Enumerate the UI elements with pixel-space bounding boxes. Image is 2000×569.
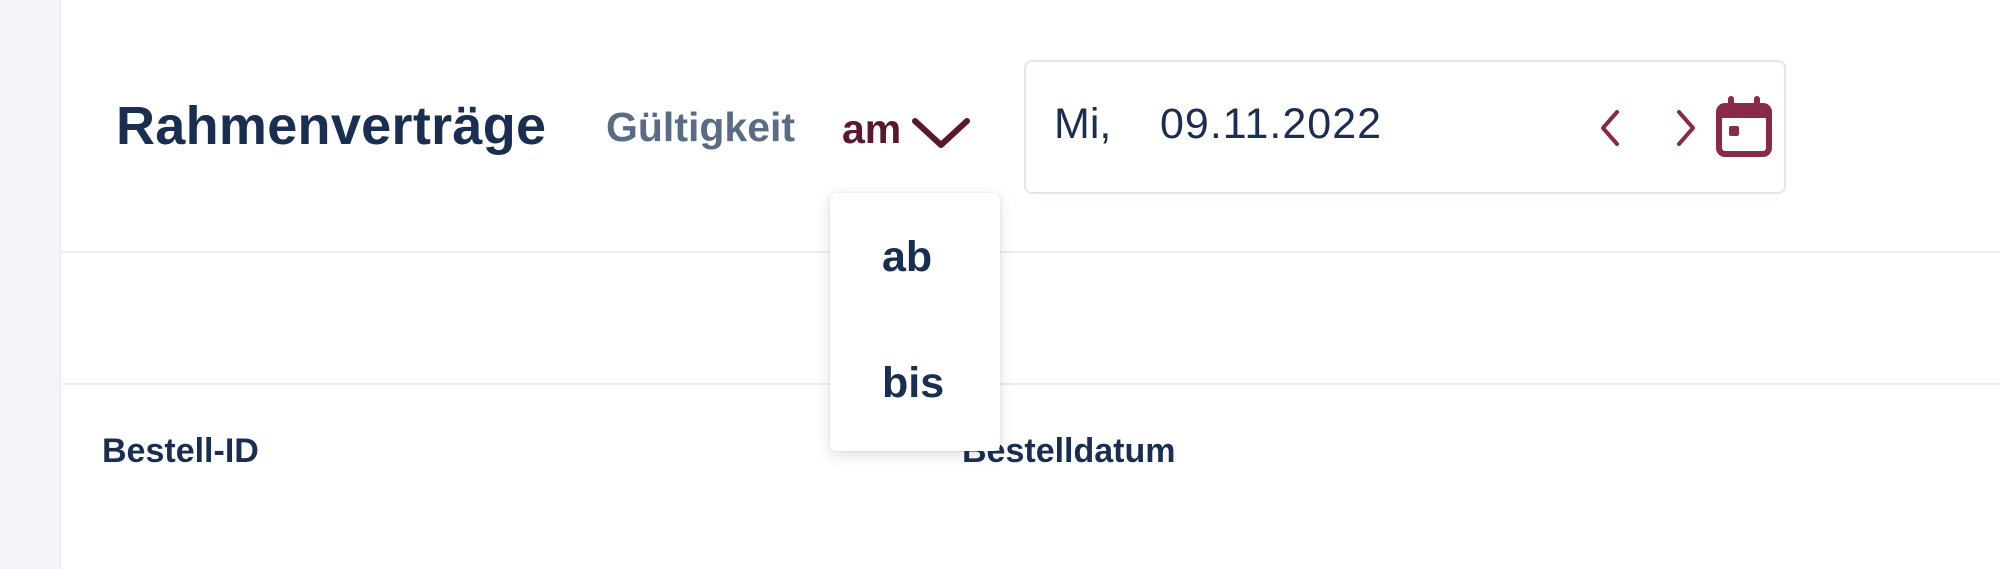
validity-label: Gültigkeit bbox=[606, 104, 796, 150]
chevron-left-icon bbox=[1601, 110, 1619, 146]
validity-mode-select[interactable]: am bbox=[842, 98, 1042, 164]
date-weekday: Mi, bbox=[1054, 100, 1112, 148]
open-calendar-button[interactable] bbox=[1704, 92, 1784, 164]
next-day-button[interactable] bbox=[1662, 92, 1710, 164]
column-header-order-id[interactable]: Bestell-ID bbox=[102, 432, 259, 471]
dropdown-option-ab[interactable]: ab bbox=[882, 233, 932, 282]
date-input[interactable] bbox=[1160, 100, 1480, 149]
date-picker: Mi, bbox=[1024, 60, 1786, 194]
validity-mode-value: am bbox=[842, 105, 902, 152]
page-title: Rahmenverträge bbox=[116, 96, 547, 156]
chevron-right-icon bbox=[1677, 110, 1695, 146]
left-sidebar-rail bbox=[0, 0, 61, 569]
header-divider bbox=[60, 251, 2000, 253]
chevron-down-icon bbox=[912, 118, 971, 148]
toolbar-divider bbox=[60, 383, 2000, 385]
previous-day-button[interactable] bbox=[1586, 92, 1634, 164]
page-header: Rahmenverträge Gültigkeit am Mi, bbox=[60, 0, 2000, 252]
validity-mode-dropdown: ab bis bbox=[830, 193, 1000, 451]
dropdown-option-bis[interactable]: bis bbox=[882, 359, 944, 408]
calendar-icon bbox=[1716, 96, 1772, 157]
